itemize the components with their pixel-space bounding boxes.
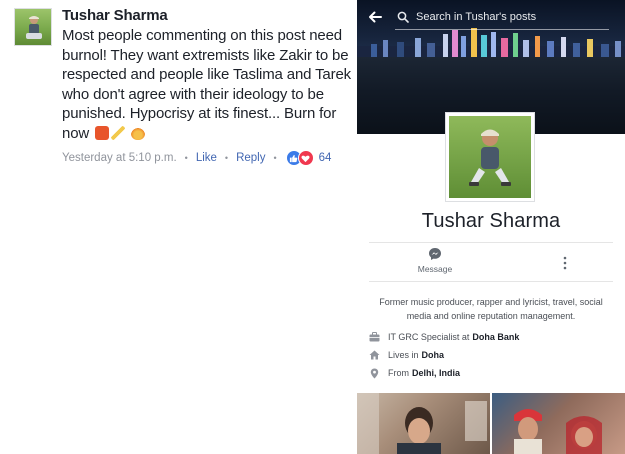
pen-emoji-icon [111,125,126,140]
profile-actions: Message [369,242,613,282]
profile-bio: Former music producer, rapper and lyrici… [379,297,603,321]
info-work-prefix: IT GRC Specialist at [388,332,470,342]
separator-dot: • [273,153,277,163]
reply-link[interactable]: Reply [236,152,265,164]
info-from-value[interactable]: Delhi, India [412,368,460,378]
back-button[interactable] [357,0,393,34]
message-label: Message [417,264,453,274]
search-posts-input[interactable]: Search in Tushar's posts [395,4,609,30]
separator-dot: • [224,153,229,163]
location-pin-icon [367,366,381,380]
messenger-icon [429,248,441,260]
like-link[interactable]: Like [196,152,217,164]
comment-timestamp[interactable]: Yesterday at 5:10 p.m. [62,152,177,164]
comment-meta: Yesterday at 5:10 p.m. • Like • Reply • … [62,149,358,167]
info-from-prefix: From [388,368,409,378]
search-placeholder: Search in Tushar's posts [416,10,537,23]
comment-author[interactable]: Tushar Sharma [62,6,358,26]
reactions-summary[interactable]: 64 [285,150,332,166]
info-work: IT GRC Specialist at Doha Bank [367,329,615,345]
info-lives: Lives in Doha [367,347,615,363]
love-reaction-icon [297,150,314,166]
photo-thumbnail[interactable] [357,393,490,454]
info-from: From Delhi, India [367,365,615,381]
message-button[interactable]: Message [403,247,467,279]
profile-name: Tushar Sharma [421,210,561,232]
briefcase-icon [367,330,381,344]
comment-text: Most people commenting on this post need… [62,26,358,143]
separator-dot: • [184,153,188,163]
comment-text-body: Most people commenting on this post need… [62,27,352,142]
reaction-count: 64 [318,152,332,164]
more-options-button[interactable] [555,253,575,273]
photo-thumbnail[interactable] [492,393,625,454]
home-icon [367,348,381,362]
comment-avatar[interactable] [14,8,52,46]
profile-picture-image [449,116,531,198]
fire-box-emoji-icon [95,125,110,140]
back-arrow-icon [369,11,382,23]
profile-picture[interactable] [446,113,534,201]
search-icon [395,9,411,25]
info-work-value[interactable]: Doha Bank [472,332,519,342]
profile-panel: Search in Tushar's posts Tushar Sharma M… [357,0,625,454]
info-lives-value[interactable]: Doha [422,350,445,360]
more-vertical-icon [563,256,567,270]
info-lives-prefix: Lives in [388,350,419,360]
profile-topbar: Search in Tushar's posts [357,0,625,34]
fire-emoji-icon [131,125,146,140]
photos-grid [357,393,625,454]
